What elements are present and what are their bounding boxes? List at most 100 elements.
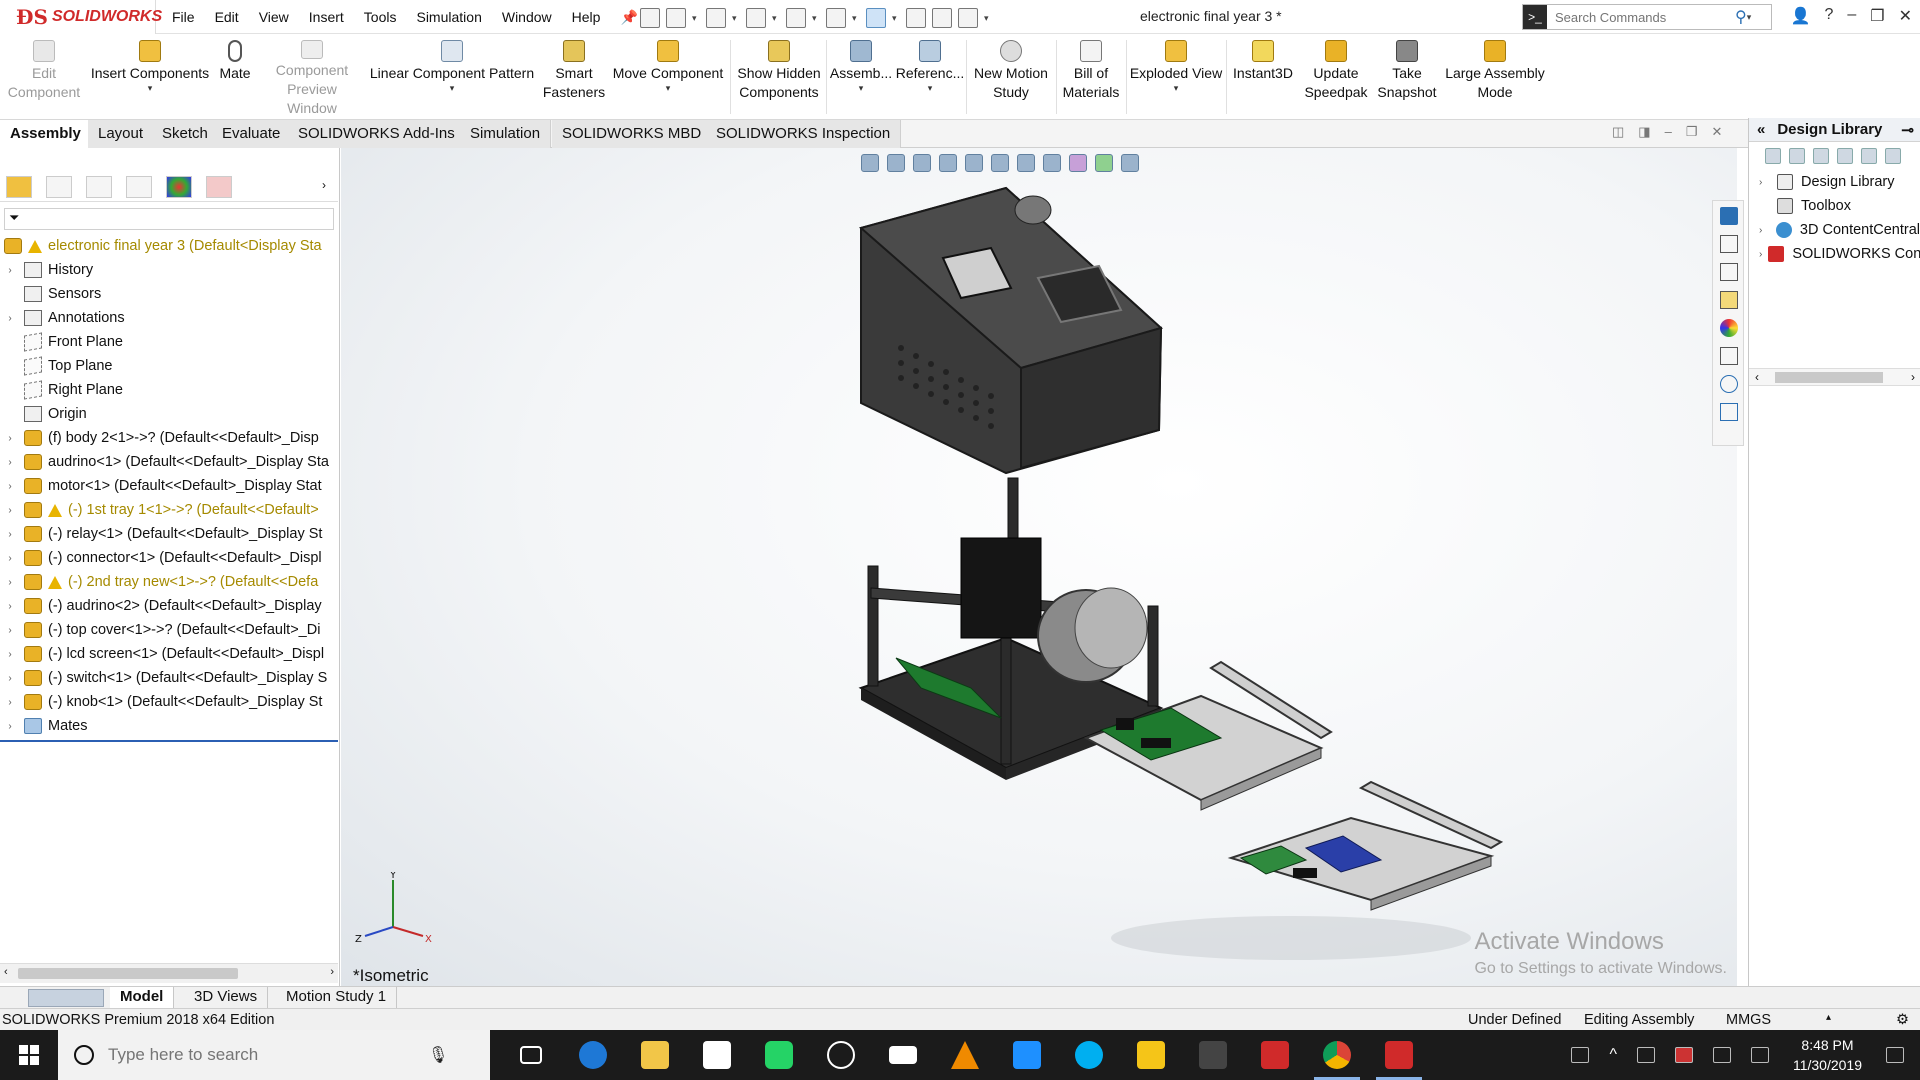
rollback-bar[interactable] bbox=[0, 740, 338, 742]
chevron-right-icon[interactable]: › bbox=[4, 673, 16, 684]
property-manager-tab-icon[interactable] bbox=[46, 176, 72, 198]
menu-insert[interactable]: Insert bbox=[307, 7, 346, 27]
mate-button[interactable]: Mate bbox=[212, 40, 258, 118]
tree-item[interactable]: › (-) lcd screen<1> (Default<<Default>_Di… bbox=[0, 642, 338, 666]
menu-window[interactable]: Window bbox=[500, 7, 554, 27]
antivirus-icon[interactable] bbox=[1674, 1047, 1693, 1063]
tab-sketch[interactable]: Sketch bbox=[152, 120, 219, 148]
add-to-library-icon[interactable] bbox=[1813, 148, 1829, 164]
resources-icon[interactable] bbox=[1720, 375, 1738, 393]
display-manager-tab-icon[interactable] bbox=[166, 176, 192, 198]
tree-item[interactable]: Front Plane bbox=[0, 330, 338, 354]
vlc-app[interactable] bbox=[934, 1030, 996, 1080]
pin-icon[interactable]: ⊸ bbox=[1901, 121, 1914, 139]
collapse-pane-icon[interactable]: « bbox=[1757, 121, 1765, 138]
library-item-solidworks-content[interactable]: › SOLIDWORKS Content bbox=[1749, 242, 1920, 266]
chevron-up-icon[interactable]: ▴ bbox=[1826, 1012, 1831, 1023]
whatsapp-app[interactable] bbox=[748, 1030, 810, 1080]
tree-item[interactable]: Top Plane bbox=[0, 354, 338, 378]
new-document-icon[interactable] bbox=[666, 8, 686, 28]
restore-icon[interactable]: ❐ bbox=[1870, 6, 1884, 26]
chevron-down-icon[interactable]: ▾ bbox=[450, 83, 455, 93]
cam-tab-icon[interactable] bbox=[206, 176, 232, 198]
print-icon[interactable] bbox=[786, 8, 806, 28]
chevron-right-icon[interactable]: › bbox=[4, 265, 16, 276]
chevron-right-icon[interactable]: › bbox=[1911, 370, 1915, 384]
library-item-design-library[interactable]: › Design Library bbox=[1749, 170, 1920, 194]
chevron-down-icon[interactable]: ▾ bbox=[984, 13, 992, 24]
linear-component-pattern-button[interactable]: Linear Component Pattern ▾ bbox=[366, 40, 538, 118]
design-library-scrollbar[interactable]: ‹ › bbox=[1749, 368, 1920, 386]
new-motion-study-button[interactable]: New Motion Study bbox=[968, 40, 1054, 118]
chevron-left-icon[interactable]: ‹ bbox=[1755, 370, 1759, 384]
library-item-3d-contentcentral[interactable]: › 3D ContentCentral bbox=[1749, 218, 1920, 242]
tile-icon[interactable]: ◨ bbox=[1638, 124, 1650, 140]
tree-item[interactable]: › History bbox=[0, 258, 338, 282]
file-explorer-app[interactable] bbox=[624, 1030, 686, 1080]
forum-icon[interactable] bbox=[1720, 403, 1738, 421]
exploded-view-button[interactable]: Exploded View ▾ bbox=[1128, 40, 1224, 118]
design-library-icon[interactable] bbox=[1720, 235, 1738, 253]
graphics-area[interactable]: Y X Z *Isometric Activate Windows Go to … bbox=[341, 148, 1737, 986]
tree-item[interactable]: › (-) switch<1> (Default<<Default>_Displa… bbox=[0, 666, 338, 690]
tab-layout[interactable]: Layout bbox=[88, 120, 155, 148]
tab-solidworks-inspection[interactable]: SOLIDWORKS Inspection bbox=[706, 120, 902, 148]
menu-edit[interactable]: Edit bbox=[213, 7, 241, 27]
undo-icon[interactable] bbox=[826, 8, 846, 28]
update-speedpak-button[interactable]: Update Speedpak bbox=[1300, 40, 1372, 118]
home-icon[interactable] bbox=[1720, 207, 1738, 225]
chevron-down-icon[interactable]: ▾ bbox=[852, 13, 860, 24]
notifications-icon[interactable] bbox=[1886, 1047, 1904, 1063]
chevron-right-icon[interactable]: › bbox=[4, 601, 16, 612]
chevron-right-icon[interactable]: › bbox=[4, 529, 16, 540]
move-component-button[interactable]: Move Component ▾ bbox=[608, 40, 728, 118]
tree-item[interactable]: › Annotations bbox=[0, 306, 338, 330]
tab-scroll-arrows[interactable] bbox=[28, 989, 104, 1007]
home-icon[interactable] bbox=[640, 8, 660, 28]
menu-simulation[interactable]: Simulation bbox=[414, 7, 483, 27]
instant3d-button[interactable]: Instant3D bbox=[1228, 40, 1298, 118]
back-icon[interactable] bbox=[1765, 148, 1781, 164]
chevron-left-icon[interactable]: ‹ bbox=[4, 966, 8, 978]
smart-fasteners-button[interactable]: Smart Fasteners bbox=[540, 40, 608, 118]
chevron-right-icon[interactable]: › bbox=[1759, 225, 1770, 236]
chevron-right-icon[interactable]: › bbox=[4, 697, 16, 708]
create-folder-icon[interactable] bbox=[1861, 148, 1877, 164]
chevron-down-icon[interactable]: ▾ bbox=[892, 13, 900, 24]
tab-3d-views[interactable]: 3D Views bbox=[184, 987, 269, 1009]
chevron-right-icon[interactable]: › bbox=[4, 577, 16, 588]
chevron-down-icon[interactable]: ▾ bbox=[1747, 12, 1755, 23]
solidworks-2018-app[interactable] bbox=[1244, 1030, 1306, 1080]
search-commands-input[interactable] bbox=[1555, 9, 1735, 25]
search-commands-box[interactable]: >_ ⚲ ▾ bbox=[1522, 4, 1772, 30]
chevron-up-icon[interactable]: ^ bbox=[1609, 1046, 1617, 1064]
open-folder-icon[interactable] bbox=[706, 8, 726, 28]
chevron-down-icon[interactable]: ▾ bbox=[692, 13, 700, 24]
tree-item[interactable]: Sensors bbox=[0, 282, 338, 306]
edit-component-button[interactable]: Edit Component bbox=[4, 40, 84, 118]
mail-app[interactable] bbox=[872, 1030, 934, 1080]
tree-item[interactable]: › motor<1> (Default<<Default>_Display Sta… bbox=[0, 474, 338, 498]
restore-icon[interactable]: ❐ bbox=[1686, 124, 1698, 140]
search-icon[interactable]: ⚲ bbox=[1735, 7, 1747, 27]
tree-item[interactable]: Right Plane bbox=[0, 378, 338, 402]
close-icon[interactable]: ✕ bbox=[1899, 6, 1912, 26]
configuration-manager-tab-icon[interactable] bbox=[86, 176, 112, 198]
edge-app[interactable] bbox=[562, 1030, 624, 1080]
tree-item[interactable]: › audrino<1> (Default<<Default>_Display S… bbox=[0, 450, 338, 474]
tree-filter-box[interactable]: ⏷ bbox=[4, 208, 334, 230]
tab-simulation[interactable]: Simulation bbox=[460, 120, 552, 148]
tree-item[interactable]: › (-) relay<1> (Default<<Default>_Display… bbox=[0, 522, 338, 546]
instagram-app[interactable] bbox=[996, 1030, 1058, 1080]
task-view-button[interactable] bbox=[500, 1030, 562, 1080]
skype-app[interactable] bbox=[1058, 1030, 1120, 1080]
chevron-down-icon[interactable]: ▾ bbox=[772, 13, 780, 24]
tree-item[interactable]: › (-) 2nd tray new<1>->? (Default<<Defa bbox=[0, 570, 338, 594]
autocad-app[interactable] bbox=[1120, 1030, 1182, 1080]
chevron-right-icon[interactable]: › bbox=[4, 457, 16, 468]
people-icon[interactable] bbox=[1571, 1047, 1590, 1063]
forward-icon[interactable] bbox=[1789, 148, 1805, 164]
pin-icon[interactable]: 📌 bbox=[618, 7, 639, 28]
options-gear-icon[interactable] bbox=[958, 8, 978, 28]
chevron-down-icon[interactable]: ▾ bbox=[732, 13, 740, 24]
